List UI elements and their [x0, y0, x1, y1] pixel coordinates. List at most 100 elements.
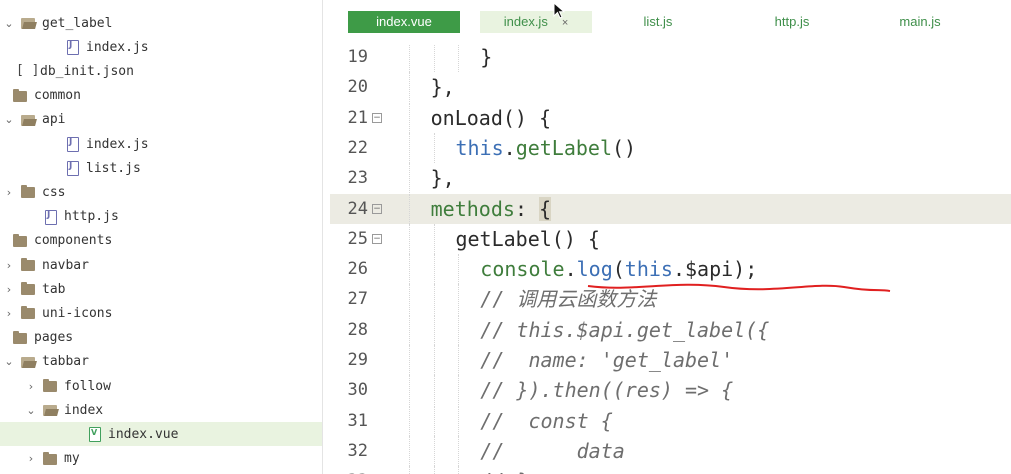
tree-item[interactable]: ⌄ get_label [0, 11, 322, 35]
editor-tab[interactable]: main.js [874, 11, 966, 33]
tree-item[interactable]: › follow [0, 374, 322, 398]
code-line[interactable]: 33 // } = res [330, 466, 1011, 474]
editor-tab[interactable]: index.vue [348, 11, 460, 33]
code-line[interactable]: 24− methods: { [330, 193, 1011, 224]
line-number: 19 [347, 47, 368, 67]
tree-item[interactable]: › tab [0, 277, 322, 301]
tree-item[interactable]: [ ] db_init.json [0, 59, 322, 83]
indent-guide [458, 254, 460, 285]
code-line[interactable]: 32 // data [330, 435, 1011, 466]
tree-item[interactable]: list.js [0, 156, 322, 180]
chevron-right-icon[interactable]: › [24, 380, 38, 393]
code-token: . [564, 257, 577, 282]
tree-item-label: index.vue [108, 426, 179, 442]
file-js-icon [64, 39, 80, 56]
code-editor[interactable]: 19} 20}, 21− onLoad() {22 this.getLabel() 23}… [330, 44, 1011, 474]
code-line[interactable]: 28 // this.$api.get_label({ [330, 314, 1011, 345]
fold-toggle-icon[interactable]: − [372, 112, 382, 123]
tree-item-label: common [34, 88, 81, 104]
chevron-right-icon[interactable]: › [2, 186, 16, 199]
indent-guide [458, 314, 460, 345]
tree-item-label: index.js [86, 136, 149, 152]
code-text: }, [431, 163, 455, 193]
indent-guide [408, 284, 411, 315]
chevron-down-icon[interactable]: ⌄ [24, 404, 38, 417]
line-number: 27 [347, 289, 368, 310]
code-text: // }).then((res) => { [480, 375, 733, 405]
tree-item-label: pages [34, 330, 74, 346]
chevron-down-icon[interactable]: ⌄ [2, 17, 16, 30]
indent-guide [433, 435, 436, 466]
chevron-down-icon[interactable]: ⌄ [2, 113, 16, 126]
code-token: methods [430, 196, 515, 221]
code-line[interactable]: 19} [330, 44, 1011, 72]
indent-guide [408, 345, 411, 375]
code-line[interactable]: 23}, [330, 163, 1011, 194]
indent-guide [408, 466, 411, 474]
fold-toggle-icon[interactable]: − [372, 203, 382, 214]
tree-item[interactable]: index.vue [0, 422, 322, 447]
indent-guide [408, 435, 411, 466]
folder-open-icon [20, 112, 36, 128]
code-token: // this.$api.get_label({ [480, 317, 770, 342]
code-line[interactable]: 31 // const { [330, 405, 1011, 436]
line-number: 26 [347, 259, 368, 280]
code-line[interactable]: 20}, [330, 72, 1011, 103]
fold-toggle-icon[interactable]: − [372, 233, 382, 244]
chevron-down-icon[interactable]: ⌄ [2, 355, 16, 368]
tree-item[interactable]: ⌄ tabbar [0, 350, 322, 374]
tree-item[interactable]: › navbar [0, 253, 322, 277]
tree-item[interactable]: › uni-icons [0, 301, 322, 325]
tree-item-label: follow [64, 378, 111, 394]
editor-tab[interactable]: http.js [740, 11, 844, 33]
file-explorer: ⌄ get_label index.js [ ]db_init.jsoncommon ⌄… [0, 0, 323, 474]
tab-label: http.js [774, 14, 810, 29]
tree-item[interactable]: › my [0, 447, 322, 471]
code-token: // } = res [480, 469, 600, 474]
tree-item[interactable]: ⌄ index [0, 398, 322, 422]
file-js-icon [64, 160, 80, 177]
chevron-right-icon[interactable]: › [24, 452, 38, 465]
code-line[interactable]: 25− getLabel() { [330, 223, 1011, 254]
code-text: // this.$api.get_label({ [480, 315, 769, 345]
tree-item[interactable]: components [0, 229, 316, 253]
tree-item[interactable]: index.js [0, 35, 322, 59]
editor-tab-bar: index.vue index.js × list.js http.js main.js [330, 0, 1011, 44]
code-text: // } = res [480, 466, 600, 474]
folder-icon [20, 305, 36, 321]
tree-item[interactable]: common [0, 84, 316, 108]
tree-item[interactable]: ⌄ api [0, 108, 322, 132]
file-js-icon [64, 136, 80, 152]
folder-open-icon [42, 402, 58, 418]
folder-icon [42, 378, 58, 394]
code-token: () [612, 135, 637, 160]
tree-item[interactable]: › css [0, 180, 322, 204]
tree-item[interactable]: pages [0, 326, 316, 350]
editor-tab[interactable]: index.js × [480, 11, 592, 33]
folder-icon [12, 330, 28, 346]
code-line[interactable]: 30 // }).then((res) => { [330, 375, 1011, 406]
tree-item[interactable]: http.js [0, 205, 322, 229]
code-line[interactable]: 22 this.getLabel() [330, 132, 1011, 163]
indent-guide [408, 405, 411, 436]
tab-label: index.vue [376, 14, 432, 29]
json-icon: [ ] [16, 63, 40, 79]
folder-icon [20, 184, 36, 200]
indent-guide [433, 466, 436, 474]
code-line[interactable]: 29 // name: 'get_label' [330, 345, 1011, 375]
indent-guide [408, 72, 411, 103]
chevron-right-icon[interactable]: › [2, 307, 16, 320]
indent-guide [433, 284, 436, 315]
line-number: 25 [347, 228, 368, 249]
editor-tab[interactable]: list.js [612, 11, 704, 33]
tree-item-label: navbar [42, 257, 89, 273]
code-token: getLabel() { [455, 226, 600, 251]
code-line[interactable]: 21− onLoad() { [330, 102, 1011, 133]
tree-item-label: uni-icons [42, 305, 113, 321]
chevron-right-icon[interactable]: › [2, 283, 16, 296]
indent-guide [433, 405, 436, 436]
code-token: // }).then((res) => { [480, 378, 734, 403]
tree-item[interactable]: index.js [0, 132, 322, 156]
code-token: { [539, 196, 552, 221]
chevron-right-icon[interactable]: › [2, 259, 16, 272]
